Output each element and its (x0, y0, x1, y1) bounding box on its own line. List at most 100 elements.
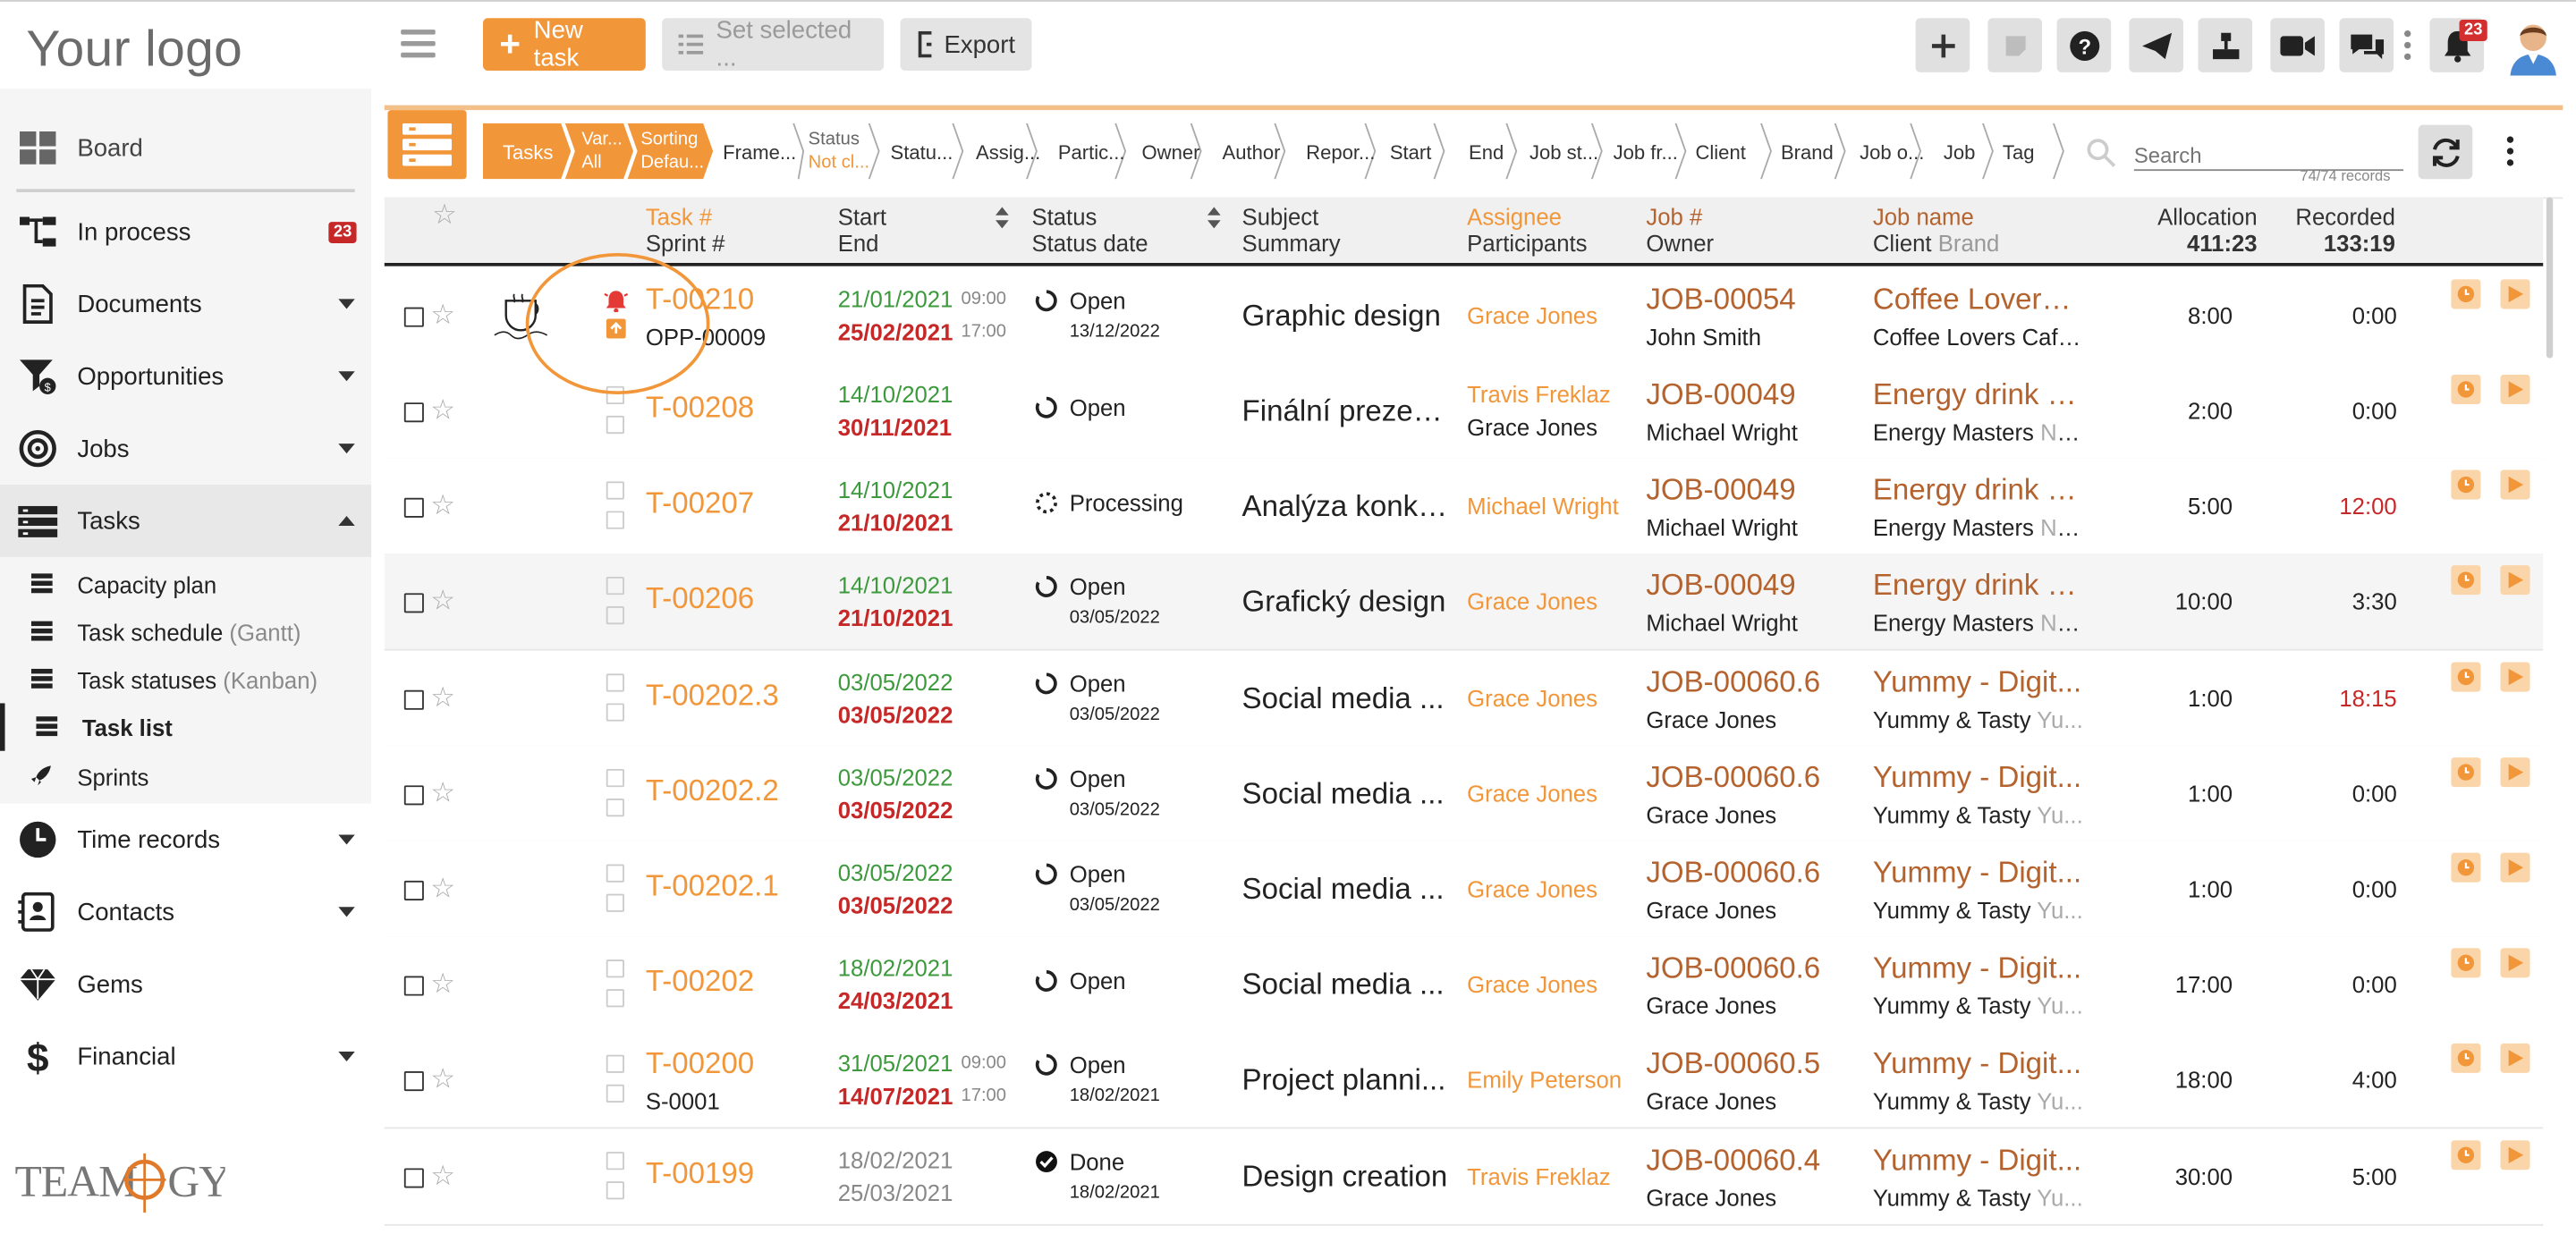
timer-icon[interactable] (2451, 279, 2481, 309)
task-number[interactable]: T-00199 (646, 1157, 754, 1192)
org-chart-icon[interactable] (2198, 18, 2253, 72)
alarm-slot[interactable] (606, 481, 624, 500)
job-number[interactable]: JOB-00060.4 (1646, 1144, 1820, 1179)
sticky-note-icon[interactable] (1987, 18, 2043, 72)
sidebar-subitem-task-statuses[interactable]: Task statuses (Kanban) (0, 655, 371, 703)
row-checkbox[interactable] (403, 976, 424, 996)
set-selected-button[interactable]: Set selected ... (662, 16, 885, 72)
table-row[interactable]: ☆ T-00206 14/10/2021 21/10/2021 Open 03/05/20… (384, 554, 2544, 651)
chevron-down-icon[interactable] (338, 1052, 355, 1062)
row-checkbox[interactable] (403, 402, 424, 423)
timer-icon[interactable] (2451, 948, 2481, 978)
assignee[interactable]: Grace Jones (1467, 685, 1597, 711)
play-icon[interactable] (2500, 374, 2530, 405)
task-number[interactable]: T-00208 (646, 391, 754, 426)
job-name[interactable]: Yummy - Digit... (1873, 856, 2083, 891)
refresh-icon[interactable] (2418, 124, 2473, 180)
job-name[interactable]: Energy drink - ... (1873, 378, 2083, 413)
alarm-slot[interactable] (606, 768, 624, 788)
favorite-star-icon[interactable]: ☆ (430, 587, 455, 614)
table-row[interactable]: ☆ T-00208 14/10/2021 30/11/2021 Open Finální … (384, 363, 2544, 461)
chevron-up-icon[interactable] (338, 515, 355, 526)
play-icon[interactable] (2500, 948, 2530, 978)
assignee[interactable]: Grace Jones (1467, 588, 1597, 614)
task-subject[interactable]: Social media ... (1242, 968, 1449, 1002)
task-number[interactable]: T-00206 (646, 581, 754, 616)
sprint-number[interactable]: S-0001 (646, 1087, 720, 1113)
job-number[interactable]: JOB-00049 (1646, 378, 1795, 413)
job-name[interactable]: Energy drink - ... (1873, 569, 2083, 604)
assignee[interactable]: Grace Jones (1467, 781, 1597, 807)
task-subject[interactable]: Design creation (1242, 1160, 1449, 1195)
play-icon[interactable] (2500, 852, 2530, 883)
task-number[interactable]: T-00202.2 (646, 773, 779, 808)
chevron-down-icon[interactable] (338, 371, 355, 382)
timer-icon[interactable] (2451, 565, 2481, 596)
chevron-down-icon[interactable] (338, 444, 355, 454)
row-checkbox[interactable] (403, 1168, 424, 1188)
sidebar-item-jobs[interactable]: Jobs (0, 412, 371, 485)
new-task-button[interactable]: + New task (482, 16, 646, 72)
favorite-star-icon[interactable]: ☆ (430, 683, 455, 711)
table-row[interactable]: ☆ T-00202.3 03/05/2022 03/05/2022 Open 03/05/… (384, 650, 2544, 748)
assignee[interactable]: Grace Jones (1467, 875, 1597, 901)
row-checkbox[interactable] (403, 689, 424, 710)
chat-icon[interactable] (2339, 18, 2394, 72)
list-view-icon[interactable] (387, 110, 467, 180)
row-checkbox[interactable] (403, 880, 424, 900)
play-icon[interactable] (2500, 662, 2530, 692)
user-avatar[interactable] (2504, 16, 2563, 76)
sidebar-item-financial[interactable]: $ Financial (0, 1020, 372, 1093)
sidebar-item-time-records[interactable]: Time records (0, 803, 372, 876)
task-subject[interactable]: Graphic design (1242, 299, 1449, 334)
chevron-down-icon[interactable] (338, 299, 355, 309)
favorite-star-icon[interactable]: ☆ (430, 300, 455, 328)
task-number[interactable]: T-00202 (646, 965, 754, 1000)
sidebar-item-in-process[interactable]: In process 23 (0, 196, 371, 268)
job-number[interactable]: JOB-00060.6 (1646, 665, 1820, 700)
sidebar-item-documents[interactable]: Documents (0, 268, 371, 341)
favorite-star-icon[interactable]: ☆ (430, 491, 455, 519)
job-name[interactable]: Coffee Lovers ... (1873, 283, 2083, 317)
sidebar-item-board[interactable]: Board (0, 112, 371, 184)
sidebar-item-tasks[interactable]: Tasks (0, 485, 372, 557)
favorite-star-icon[interactable]: ☆ (430, 779, 455, 807)
column-subject[interactable]: Subject Summary (1242, 204, 1341, 257)
alarm-slot[interactable] (606, 959, 624, 978)
job-name[interactable]: Yummy - Digit... (1873, 951, 2083, 986)
play-icon[interactable] (2500, 469, 2530, 500)
status-label[interactable]: Open (1070, 1052, 1126, 1078)
play-icon[interactable] (2500, 565, 2530, 596)
status-label[interactable]: Processing (1070, 490, 1183, 516)
favorite-star-icon[interactable]: ☆ (430, 969, 455, 997)
add-icon[interactable] (1915, 18, 1970, 72)
chevron-down-icon[interactable] (338, 907, 355, 917)
more-options-icon[interactable] (2506, 136, 2517, 172)
toolbar-more-icon[interactable] (2403, 30, 2411, 69)
status-label[interactable]: Open (1070, 394, 1126, 420)
filter-tasks[interactable]: Tasks (483, 123, 569, 179)
row-checkbox[interactable] (403, 497, 424, 518)
task-subject[interactable]: Grafický design (1242, 585, 1449, 620)
status-label[interactable]: Open (1070, 288, 1126, 314)
column-allocation[interactable]: Allocation 411:23 (2126, 204, 2257, 257)
assignee[interactable]: Michael Wright (1467, 493, 1619, 519)
task-subject[interactable]: Social media ... (1242, 777, 1449, 812)
timer-icon[interactable] (2451, 1043, 2481, 1073)
row-checkbox[interactable] (403, 593, 424, 613)
task-subject[interactable]: Project planni... (1242, 1063, 1449, 1098)
priority-slot[interactable] (606, 989, 624, 1008)
column-job-name[interactable]: Job name Client Brand (1873, 204, 2000, 257)
job-number[interactable]: JOB-00054 (1646, 283, 1795, 317)
sidebar-item-opportunities[interactable]: $ Opportunities (0, 340, 371, 412)
table-row[interactable]: ☆ T-00200 S-0001 31/05/2021 09:00 14/07/2021 1… (384, 1031, 2544, 1129)
play-icon[interactable] (2500, 1140, 2530, 1171)
play-icon[interactable] (2500, 279, 2530, 309)
chevron-down-icon[interactable] (338, 834, 355, 845)
send-icon[interactable] (2129, 18, 2183, 72)
table-row[interactable]: ☆ T-00202.2 03/05/2022 03/05/2022 Open 03/05/… (384, 746, 2544, 843)
task-subject[interactable]: Analýza konku... (1242, 490, 1449, 525)
alarm-slot[interactable] (606, 673, 624, 692)
priority-slot[interactable] (606, 415, 624, 435)
task-subject[interactable]: Social media ... (1242, 682, 1449, 717)
